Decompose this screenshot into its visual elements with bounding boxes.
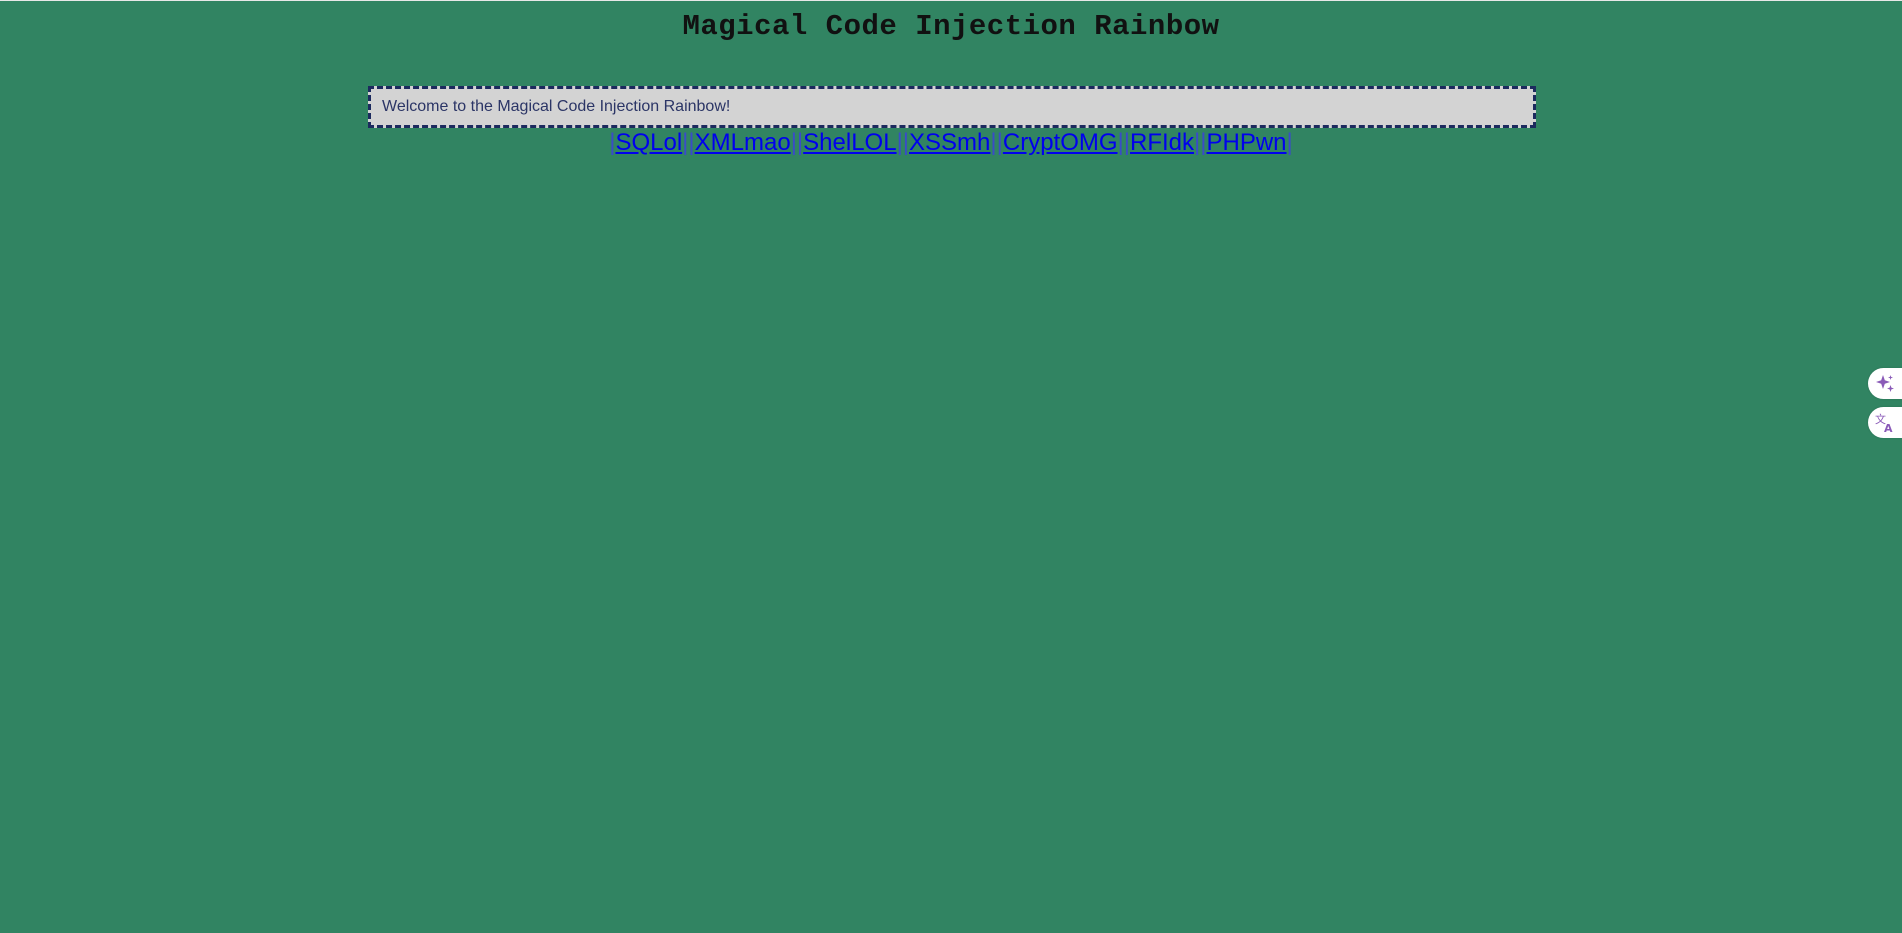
nav-link-xssmh[interactable]: XSSmh — [909, 129, 990, 156]
nav-link-cryptomg[interactable]: CryptOMG — [1003, 129, 1118, 156]
translate-button[interactable]: 文 A — [1868, 407, 1902, 438]
welcome-message: Welcome to the Magical Code Injection Ra… — [382, 98, 731, 115]
ai-assistant-button[interactable] — [1868, 368, 1902, 399]
nav-link-phpwn[interactable]: PHPwn — [1207, 129, 1287, 156]
nav-bar: |SQLol||XMLmao||ShelLOL||XSSmh||CryptOMG… — [0, 128, 1902, 158]
page-title: Magical Code Injection Rainbow — [682, 10, 1220, 43]
sparkle-icon — [1874, 373, 1896, 395]
nav-link-sqlol[interactable]: SQLol — [615, 129, 682, 156]
nav-link-shellol[interactable]: ShelLOL — [803, 129, 896, 156]
nav-separator: | — [1286, 129, 1293, 156]
translate-icon: 文 A — [1874, 412, 1896, 434]
nav-link-rfidk[interactable]: RFIdk — [1130, 129, 1194, 156]
welcome-box: Welcome to the Magical Code Injection Ra… — [368, 86, 1536, 128]
nav-link-xmlmao[interactable]: XMLmao — [695, 129, 791, 156]
svg-text:A: A — [1884, 422, 1893, 434]
